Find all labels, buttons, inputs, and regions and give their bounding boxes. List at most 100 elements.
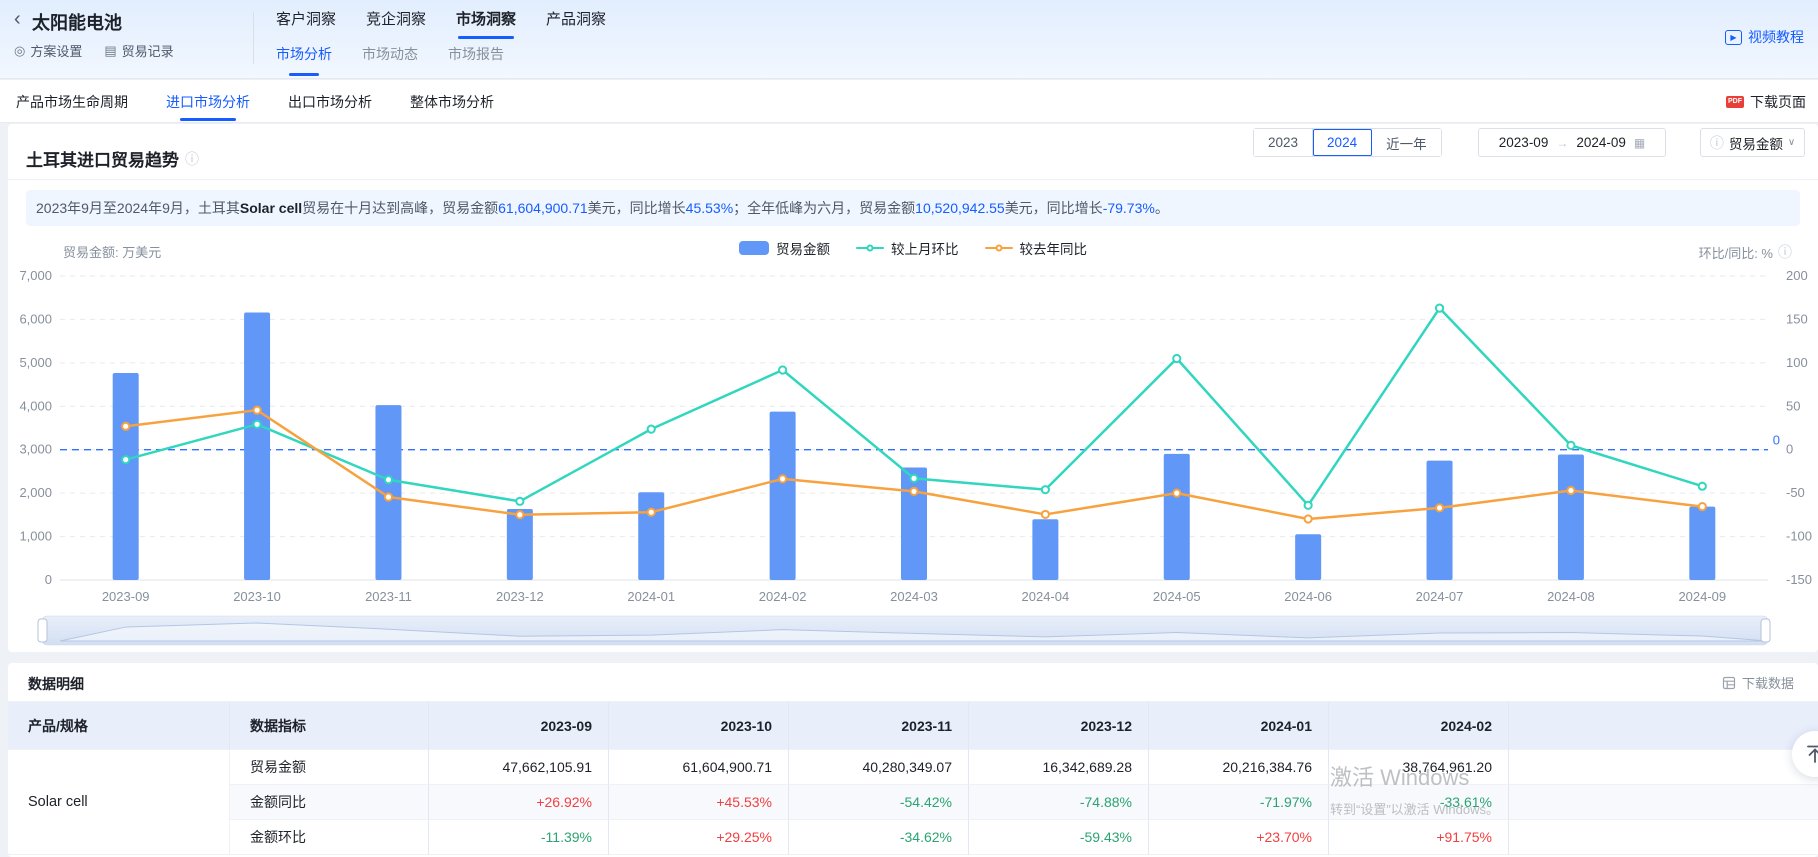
legend-label: 贸易金额 [776,238,830,258]
summary-segment: 美元，同比增长 [588,198,686,218]
col-header-2024-01: 2024-01 [1149,702,1329,750]
col-header-2023-09: 2023-09 [429,702,609,750]
section-title: 土耳其进口贸易趋势 ⓘ [26,146,199,171]
download-page-label: 下载页面 [1750,92,1806,112]
summary-segment: 2023年9月至2024年9月，土耳其 [36,198,240,218]
summary-segment: 61,604,900.71 [498,200,588,216]
col-header-filler [1509,702,1818,750]
subtab-market-dynamics[interactable]: 市场动态 [362,44,418,64]
col-header-2023-10: 2023-10 [609,702,789,750]
action-label: 方案设置 [30,41,82,60]
product-name-cell: Solar cell [8,750,230,855]
value-cell: -59.43% [969,820,1149,855]
right-axis-title: 环比/同比: % ⓘ [1699,242,1792,262]
metric-label-cell: 金额同比 [230,785,429,820]
col-header-product: 产品/规格 [8,702,230,750]
pdf-icon: PDF [1726,96,1744,108]
tab-competitor-insight[interactable]: 竞企洞察 [366,8,426,38]
table-row: 金额环比-11.39%+29.25%-34.62%-59.43%+23.70%+… [230,820,1818,855]
value-cell: 16,342,689.28 [969,750,1149,785]
metric-dropdown[interactable]: ⓘ 贸易金额 ∨ [1700,128,1805,157]
action-label: 贸易记录 [122,41,174,60]
download-data-button[interactable]: 下载数据 [1722,673,1794,692]
trend-card: 土耳其进口贸易趋势 ⓘ 20232024近一年 2023-09 → 2024-0… [8,124,1818,652]
nav-item-import-market-analysis[interactable]: 进口市场分析 [166,80,250,123]
section-title-text: 土耳其进口贸易趋势 [26,146,179,171]
right-axis-title-text: 环比/同比: % [1699,243,1773,262]
summary-segment: 。 [1155,198,1169,218]
data-table: 产品/规格数据指标2023-092023-102023-112023-12202… [8,702,1818,855]
summary-segment: ；全年低峰为六月，贸易金额 [733,198,915,218]
metric-rows: 贸易金额47,662,105.9161,604,900.7140,280,349… [230,750,1818,855]
col-header-2024-02: 2024-02 [1329,702,1509,750]
plan-settings-icon: ◎ [14,43,25,59]
table-body: Solar cell贸易金额47,662,105.9161,604,900.71… [8,750,1818,855]
header-divider [253,12,254,64]
value-cell: +91.75% [1329,820,1509,855]
value-cell: 20,216,384.76 [1149,750,1329,785]
analysis-nav: 产品市场生命周期进口市场分析出口市场分析整体市场分析 PDF 下载页面 [0,80,1818,123]
value-cell: +45.53% [609,785,789,820]
summary-segment: 贸易在十月达到高峰，贸易金额 [302,198,498,218]
legend-item-较上月环比[interactable]: 较上月环比 [856,238,959,258]
legend-item-较去年同比[interactable]: 较去年同比 [985,238,1088,258]
info-icon[interactable]: ⓘ [1778,242,1792,262]
value-cell: -33.61% [1329,785,1509,820]
trade-records-icon: ▤ [104,43,116,59]
subtab-market-report[interactable]: 市场报告 [448,44,504,64]
divider [8,179,1818,180]
chart-legend: 贸易金额 较上月环比 较去年同比 [8,238,1818,258]
action-plan-settings[interactable]: ◎ 方案设置 [14,41,82,60]
page-title: 太阳能电池 [32,9,122,35]
top-tabs: 客户洞察竞企洞察市场洞察产品洞察 [276,8,606,38]
value-cell: +26.92% [429,785,609,820]
line-legend-marker [985,247,1013,250]
download-data-label: 下载数据 [1742,673,1794,692]
bar-legend-marker [739,241,769,255]
value-filler [1509,785,1818,820]
value-cell: 38,764,961.20 [1329,750,1509,785]
nav-items: 产品市场生命周期进口市场分析出口市场分析整体市场分析 [16,80,494,123]
tab-product-insight[interactable]: 产品洞察 [546,8,606,38]
date-range-picker[interactable]: 2023-09 → 2024-09 ▦ [1478,128,1666,157]
data-detail-title: 数据明细 [28,674,84,694]
nav-item-overall-market-analysis[interactable]: 整体市场分析 [410,80,494,123]
value-cell: -54.42% [789,785,969,820]
year-button-近一年[interactable]: 近一年 [1372,129,1441,156]
summary-segment: 美元，同比增长 [1005,198,1103,218]
value-cell: -11.39% [429,820,609,855]
back-icon[interactable]: ‹ [14,8,21,31]
value-cell: 61,604,900.71 [609,750,789,785]
year-button-2024[interactable]: 2024 [1313,129,1372,156]
subtab-market-analysis[interactable]: 市场分析 [276,44,332,64]
summary-banner: 2023年9月至2024年9月，土耳其Solar cell贸易在十月达到高峰，贸… [26,190,1800,226]
nav-item-product-lifecycle[interactable]: 产品市场生命周期 [16,80,128,123]
tab-customer-insight[interactable]: 客户洞察 [276,8,336,38]
summary-segment: -79.73% [1103,200,1155,216]
info-icon[interactable]: ⓘ [185,149,199,169]
year-button-2023[interactable]: 2023 [1254,129,1313,156]
arrow-right-icon: → [1556,136,1568,150]
col-header-2023-11: 2023-11 [789,702,969,750]
value-cell: +29.25% [609,820,789,855]
date-end: 2024-09 [1576,135,1626,150]
action-trade-records[interactable]: ▤ 贸易记录 [104,41,173,60]
table-row: 金额同比+26.92%+45.53%-54.42%-74.88%-71.97%-… [230,785,1818,820]
value-cell: 47,662,105.91 [429,750,609,785]
video-tutorial-link[interactable]: ▶ 视频教程 [1725,27,1804,47]
data-detail-card: 数据明细 下载数据 产品/规格数据指标2023-092023-102023-11… [8,663,1818,857]
summary-segment: 45.53% [686,200,733,216]
value-filler [1509,750,1818,785]
tab-market-insight[interactable]: 市场洞察 [456,8,516,38]
metric-label-cell: 金额环比 [230,820,429,855]
summary-segment: 10,520,942.55 [915,200,1005,216]
value-cell: 40,280,349.07 [789,750,969,785]
download-page-button[interactable]: PDF 下载页面 [1726,92,1806,112]
value-cell: -71.97% [1149,785,1329,820]
nav-item-export-market-analysis[interactable]: 出口市场分析 [288,80,372,123]
legend-item-贸易金额[interactable]: 贸易金额 [739,238,830,258]
value-cell: -74.88% [969,785,1149,820]
metric-dropdown-value: 贸易金额 [1729,133,1783,153]
calendar-icon: ▦ [1634,136,1645,150]
line-legend-marker [856,247,884,250]
